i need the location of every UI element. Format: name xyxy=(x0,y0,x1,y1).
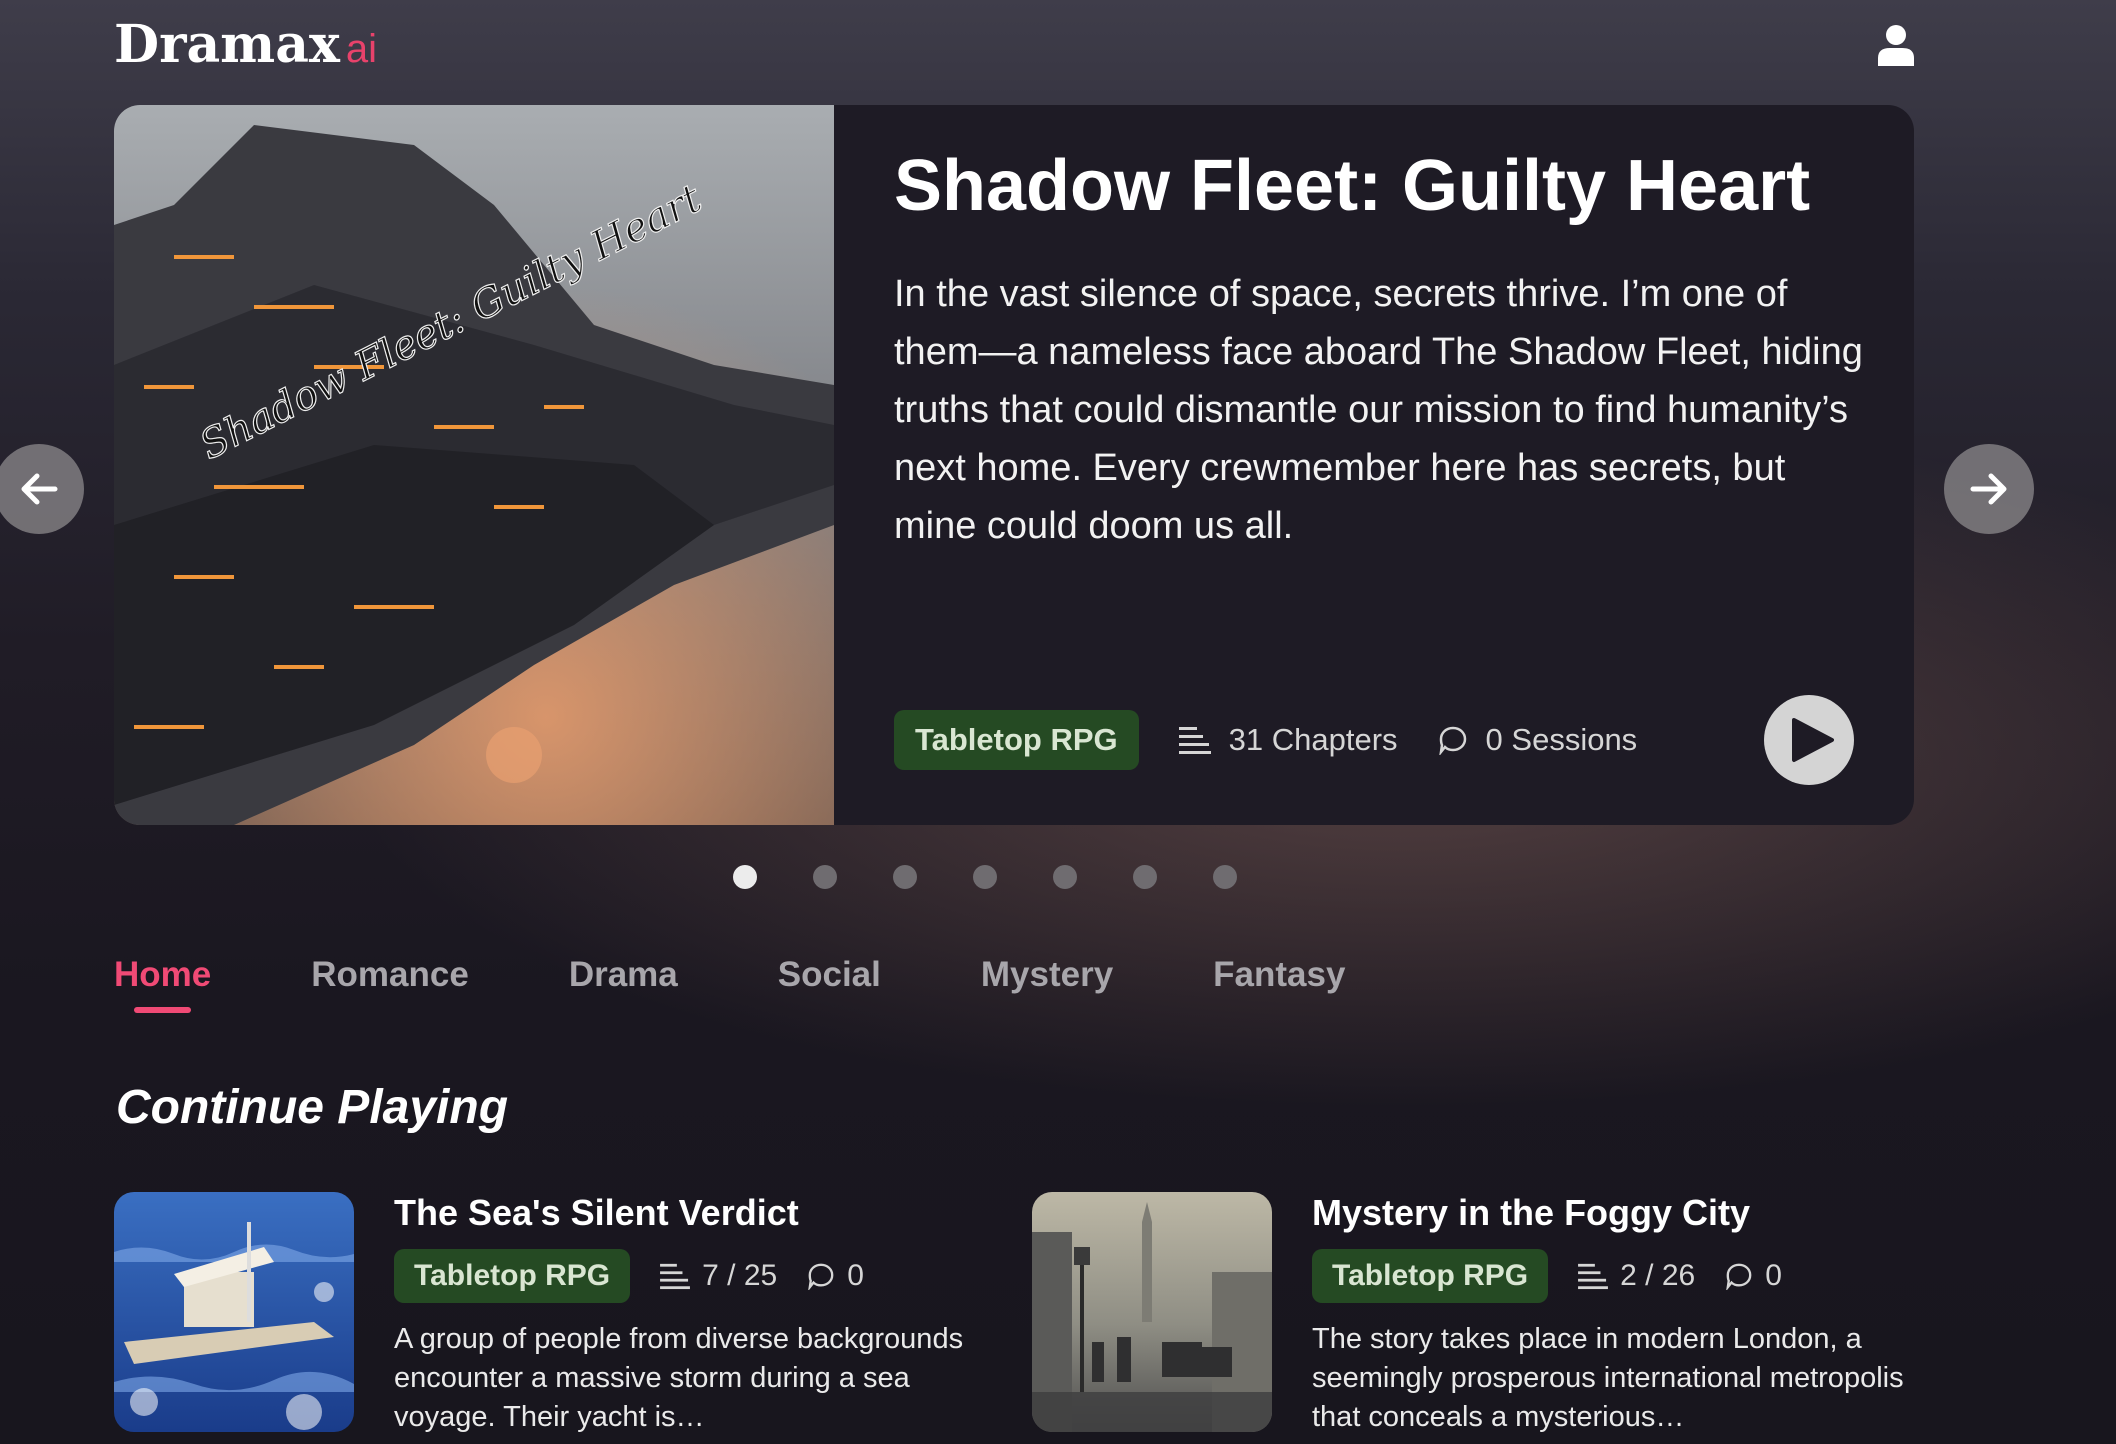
sessions-count: 0 xyxy=(807,1259,864,1293)
continue-story-card[interactable]: The Sea's Silent Verdict Tabletop RPG 7 … xyxy=(114,1192,1014,1442)
logo-text: Dramax xyxy=(114,14,340,75)
chat-bubble-icon xyxy=(1726,1263,1752,1290)
chapters-label: 31 Chapters xyxy=(1228,722,1398,757)
tab-fantasy[interactable]: Fantasy xyxy=(1213,955,1345,995)
tab-romance[interactable]: Romance xyxy=(311,955,469,995)
chapters-count: 31 Chapters xyxy=(1178,722,1398,758)
list-icon xyxy=(660,1263,691,1290)
card-meta: Tabletop RPG 7 / 25 0 xyxy=(394,1248,864,1304)
user-icon[interactable] xyxy=(1876,24,1916,66)
story-description: In the vast silence of space, secrets th… xyxy=(894,273,1863,547)
card-meta: Tabletop RPG 2 / 26 0 xyxy=(1312,1248,1782,1304)
chapter-progress: 7 / 25 xyxy=(660,1259,777,1293)
chat-bubble-icon xyxy=(808,1263,834,1290)
sessions-label: 0 Sessions xyxy=(1485,722,1638,757)
tab-social[interactable]: Social xyxy=(778,955,881,995)
card-description: A group of people from diverse backgroun… xyxy=(394,1323,964,1433)
featured-story-card[interactable]: Shadow Fleet: Guilty Heart Shadow Fleet:… xyxy=(114,105,1914,825)
continue-story-card[interactable]: Mystery in the Foggy City Tabletop RPG 2… xyxy=(1032,1192,1932,1442)
genre-tag: Tabletop RPG xyxy=(394,1249,631,1303)
list-icon xyxy=(1178,727,1211,754)
story-cover-image: Shadow Fleet: Guilty Heart xyxy=(114,105,834,825)
carousel-dot[interactable] xyxy=(813,865,837,889)
sessions-count: 0 Sessions xyxy=(1438,722,1638,758)
genre-tag: Tabletop RPG xyxy=(1312,1249,1549,1303)
play-button[interactable] xyxy=(1764,695,1854,785)
carousel-dot[interactable] xyxy=(733,865,757,889)
card-description: The story takes place in modern London, … xyxy=(1312,1323,1904,1433)
story-title: Shadow Fleet: Guilty Heart xyxy=(894,146,1811,226)
story-thumbnail xyxy=(114,1192,354,1432)
sessions-label: 0 xyxy=(847,1259,864,1292)
category-tabs: Home Romance Drama Social Mystery Fantas… xyxy=(114,955,1445,1013)
play-icon xyxy=(1792,718,1834,762)
carousel-dot[interactable] xyxy=(973,865,997,889)
story-meta: Tabletop RPG 31 Chapters 0 Sessions xyxy=(894,710,1638,770)
chapter-progress: 2 / 26 xyxy=(1578,1259,1695,1293)
carousel-next-button[interactable] xyxy=(1944,444,2034,534)
tab-mystery[interactable]: Mystery xyxy=(981,955,1113,995)
chat-bubble-icon xyxy=(1438,726,1466,755)
arrow-left-icon xyxy=(21,473,58,505)
sessions-label: 0 xyxy=(1765,1259,1782,1292)
carousel-dot[interactable] xyxy=(893,865,917,889)
carousel-dot[interactable] xyxy=(1213,865,1237,889)
card-title: Mystery in the Foggy City xyxy=(1312,1192,1751,1233)
carousel-dot[interactable] xyxy=(1053,865,1077,889)
carousel-dot[interactable] xyxy=(1133,865,1157,889)
sessions-count: 0 xyxy=(1725,1259,1782,1293)
genre-tag: Tabletop RPG xyxy=(894,710,1139,770)
app-logo[interactable]: Dramax ai xyxy=(114,14,377,75)
card-title: The Sea's Silent Verdict xyxy=(394,1192,799,1233)
progress-label: 2 / 26 xyxy=(1620,1259,1696,1292)
arrow-right-icon xyxy=(1970,473,2007,505)
section-title: Continue Playing xyxy=(116,1081,509,1134)
tab-home[interactable]: Home xyxy=(114,955,211,1013)
logo-suffix: ai xyxy=(345,27,378,71)
story-thumbnail xyxy=(1032,1192,1272,1432)
progress-label: 7 / 25 xyxy=(702,1259,778,1292)
carousel-prev-button[interactable] xyxy=(0,444,84,534)
list-icon xyxy=(1578,1263,1609,1290)
carousel-indicators xyxy=(733,865,1293,889)
tab-drama[interactable]: Drama xyxy=(569,955,678,995)
